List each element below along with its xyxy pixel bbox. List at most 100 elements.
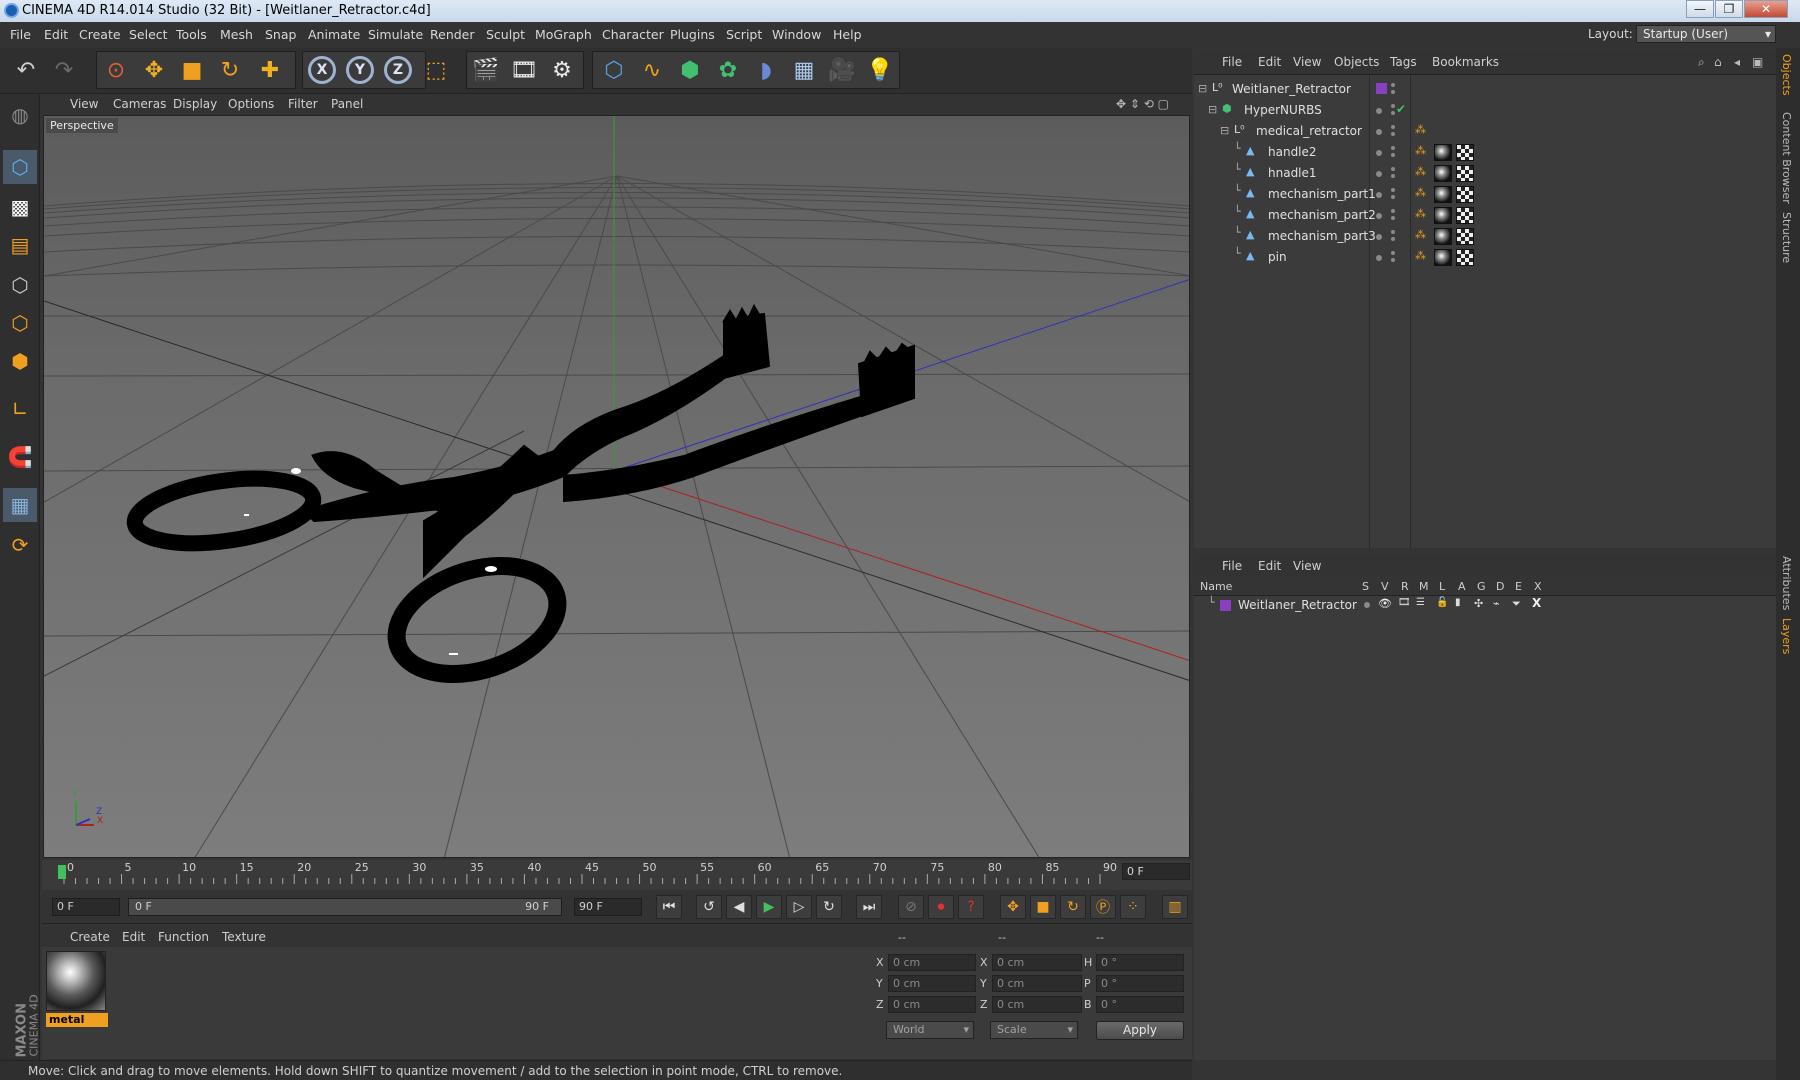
next-key-icon[interactable]: ↻ (816, 895, 842, 919)
collapse-icon[interactable]: ⊟ (1220, 124, 1229, 137)
visibility-editor-dot[interactable] (1391, 146, 1395, 150)
visibility-dot[interactable] (1376, 108, 1382, 114)
menu-sculpt[interactable]: Sculpt (486, 27, 525, 42)
layer-generators-icon[interactable]: ✣ (1474, 597, 1483, 610)
render-view-icon[interactable]: 🎬 (468, 52, 504, 88)
go-to-start-icon[interactable]: ⏮ (656, 895, 682, 919)
object-manager-nav-icon[interactable]: ◂ (1734, 55, 1740, 69)
menu-help[interactable]: Help (833, 27, 862, 42)
object-manager-home-icon[interactable]: ⌂ (1714, 55, 1722, 69)
menu-tools[interactable]: Tools (176, 27, 207, 42)
tab-layers[interactable]: Layers (1780, 618, 1793, 654)
material-name-label[interactable]: metal (46, 1013, 108, 1027)
layer-expressions-icon[interactable]: ⏷ (1512, 597, 1521, 611)
key-parameter-icon[interactable]: Ⓟ (1090, 895, 1116, 919)
object-row-mechanism-part3[interactable]: └ ▲ mechanism_part3 ⁂ (1194, 226, 1776, 247)
collapse-icon[interactable]: ⊟ (1208, 103, 1217, 116)
apply-button[interactable]: Apply (1096, 1021, 1184, 1040)
object-menu-view[interactable]: View (1293, 55, 1321, 69)
record-active-objects-icon[interactable]: ⊘ (898, 895, 924, 919)
collapse-icon[interactable]: ⊟ (1198, 82, 1207, 95)
visibility-editor-dot[interactable] (1391, 188, 1395, 192)
array-icon[interactable]: ✿ (710, 52, 746, 88)
material-menu-edit[interactable]: Edit (122, 930, 145, 944)
layer-col-manager[interactable]: M (1419, 580, 1429, 593)
size-z-field[interactable]: 0 cm (992, 996, 1082, 1013)
start-frame-field[interactable]: 0 F (52, 898, 120, 916)
visibility-dot[interactable] (1376, 150, 1382, 156)
go-to-end-icon[interactable]: ⏭ (856, 895, 882, 919)
pos-x-field[interactable]: 0 cm (888, 954, 976, 971)
viewport-menu-view[interactable]: View (70, 97, 98, 111)
material-tag-icon[interactable] (1434, 165, 1452, 182)
object-row-hnadle1[interactable]: └ ▲ hnadle1 ⁂ (1194, 163, 1776, 184)
previous-key-icon[interactable]: ↺ (696, 895, 722, 919)
timeline-window-icon[interactable]: ▥ (1162, 895, 1188, 919)
rotate-tool-icon[interactable]: ↻ (212, 52, 248, 88)
redo-icon[interactable]: ↷ (46, 52, 82, 88)
menu-snap[interactable]: Snap (265, 27, 296, 42)
layer-xref-icon[interactable]: X (1532, 596, 1541, 610)
keyframe-selection-icon[interactable]: ? (958, 895, 984, 919)
uvw-tag-icon[interactable] (1456, 249, 1474, 266)
viewport-menu-options[interactable]: Options (228, 97, 274, 111)
polygons-mode-icon[interactable]: ⬢ (3, 344, 37, 378)
spline-icon[interactable]: ∿ (634, 52, 670, 88)
layer-color-swatch[interactable] (1220, 600, 1231, 611)
frame-range-slider[interactable]: 0 F 90 F (128, 898, 562, 916)
close-button[interactable]: ✕ (1744, 0, 1788, 18)
layer-manager-icon[interactable]: ☰ (1416, 597, 1425, 608)
material-tag-icon[interactable] (1434, 186, 1452, 203)
tab-objects[interactable]: Objects (1780, 54, 1793, 96)
visibility-editor-dot[interactable] (1391, 125, 1395, 129)
minimize-button[interactable]: — (1686, 0, 1714, 18)
material-menu-texture[interactable]: Texture (222, 930, 266, 944)
menu-window[interactable]: Window (772, 27, 821, 42)
object-row-handle2[interactable]: └ ▲ handle2 ⁂ (1194, 142, 1776, 163)
object-menu-file[interactable]: File (1222, 55, 1242, 69)
viewport-menu-display[interactable]: Display (173, 97, 217, 111)
nurbs-icon[interactable]: ⬢ (672, 52, 708, 88)
cube-icon[interactable]: ⬡ (596, 52, 632, 88)
edges-mode-icon[interactable]: ⬡ (3, 306, 37, 340)
rot-p-field[interactable]: 0 ° (1096, 975, 1184, 992)
layer-col-generators[interactable]: G (1477, 580, 1486, 593)
object-manager-search-icon[interactable]: ⌕ (1698, 55, 1705, 70)
menu-create[interactable]: Create (79, 27, 121, 42)
visibility-dot[interactable] (1376, 192, 1382, 198)
camera-icon[interactable]: 🎥 (824, 52, 860, 88)
menu-edit[interactable]: Edit (44, 27, 68, 42)
menu-simulate[interactable]: Simulate (368, 27, 423, 42)
menu-file[interactable]: File (10, 27, 31, 42)
phong-tag-icon[interactable]: ⁂ (1415, 144, 1426, 157)
material-preview-sphere[interactable] (46, 951, 106, 1011)
visibility-render-dot[interactable] (1391, 90, 1395, 94)
layer-menu-file[interactable]: File (1222, 559, 1242, 573)
phong-tag-icon[interactable]: ⁂ (1415, 207, 1426, 220)
layer-view-eye-icon[interactable]: 👁 (1378, 597, 1392, 610)
size-mode-dropdown[interactable]: Scale ▾ (990, 1021, 1078, 1039)
workplane-mode-icon[interactable]: ▤ (3, 228, 37, 262)
visibility-render-dot[interactable] (1391, 216, 1395, 220)
material-menu-create[interactable]: Create (70, 930, 110, 944)
material-menu-function[interactable]: Function (158, 930, 209, 944)
live-selection-icon[interactable]: ⊙ (98, 52, 134, 88)
visibility-dot[interactable] (1376, 213, 1382, 219)
layer-col-render[interactable]: R (1401, 580, 1409, 593)
object-row-mechanism-part1[interactable]: └ ▲ mechanism_part1 ⁂ (1194, 184, 1776, 205)
y-axis-lock-button[interactable]: Y (342, 52, 378, 88)
rot-b-field[interactable]: 0 ° (1096, 996, 1184, 1013)
tab-content-browser[interactable]: Content Browser (1780, 112, 1793, 204)
menu-mesh[interactable]: Mesh (220, 27, 253, 42)
material-tag-icon[interactable] (1434, 207, 1452, 224)
menu-plugins[interactable]: Plugins (670, 27, 715, 42)
current-frame-field[interactable]: 0 F (1122, 863, 1190, 880)
play-forward-icon[interactable]: ▶ (756, 895, 782, 919)
viewport-menu-cameras[interactable]: Cameras (113, 97, 166, 111)
layer-row[interactable]: └ Weitlaner_Retractor 👁 🎞 ☰ 🔓 ▮ ✣ ⌁ ⏷ X (1194, 596, 1776, 617)
tab-attributes[interactable]: Attributes (1780, 556, 1793, 610)
visibility-render-dot[interactable] (1391, 153, 1395, 157)
visibility-render-dot[interactable] (1391, 195, 1395, 199)
object-row-hypernurbs[interactable]: ⊟ ⬢ HyperNURBS ✔ (1194, 100, 1776, 121)
layer-col-locked[interactable]: L (1439, 580, 1445, 593)
